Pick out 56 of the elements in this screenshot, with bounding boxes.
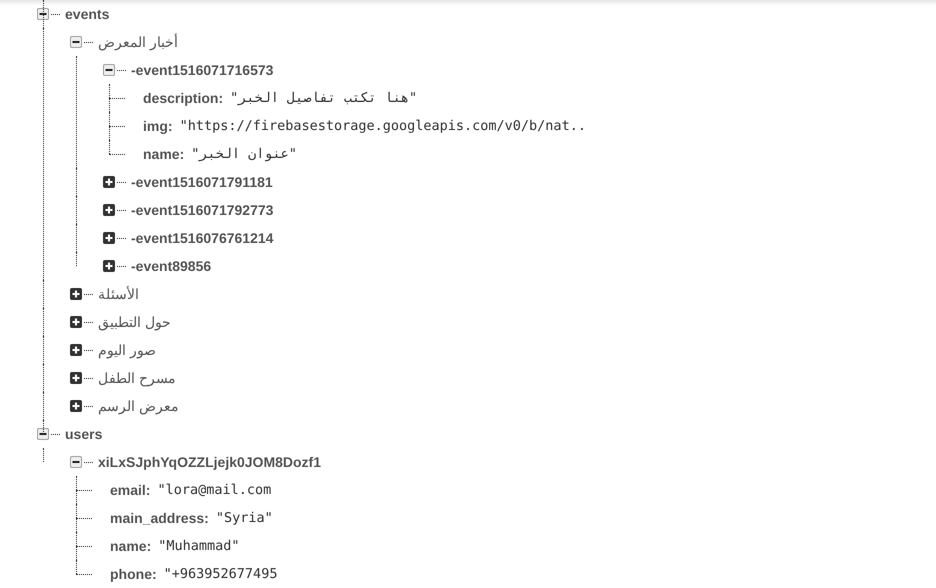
field-value: "+963952677495 <box>164 566 278 582</box>
collapse-toggle[interactable] <box>103 64 115 76</box>
collapse-toggle[interactable] <box>37 8 49 20</box>
plus-icon <box>105 178 113 186</box>
collapse-toggle[interactable] <box>37 428 49 440</box>
field-key: main_address: <box>110 510 209 526</box>
collapse-toggle[interactable] <box>70 456 82 468</box>
field-value: "https://firebasestorage.googleapis.com/v0/b/nat.. <box>180 118 586 134</box>
node-key: أخبار المعرض <box>98 34 178 50</box>
minus-icon <box>105 66 113 74</box>
plus-icon <box>72 318 80 326</box>
plus-icon <box>72 374 80 382</box>
plus-icon <box>72 346 80 354</box>
plus-icon <box>72 290 80 298</box>
field-value: "Syria" <box>216 510 273 526</box>
minus-icon <box>39 10 47 18</box>
field-value: "عنوان الخبر" <box>191 146 297 162</box>
node-key: events <box>65 6 110 22</box>
expand-toggle[interactable] <box>103 176 115 188</box>
node-key: الأسئلة <box>98 286 139 302</box>
minus-icon <box>72 38 80 46</box>
field-key: phone: <box>110 566 157 582</box>
plus-icon <box>72 402 80 410</box>
expand-toggle[interactable] <box>70 400 82 412</box>
field-value: "lora@mail.com <box>157 482 272 498</box>
node-key: users <box>65 426 102 442</box>
expand-toggle[interactable] <box>103 260 115 272</box>
expand-toggle[interactable] <box>70 288 82 300</box>
minus-icon <box>72 458 80 466</box>
field-key: email: <box>110 482 150 498</box>
minus-icon <box>39 430 47 438</box>
expand-toggle[interactable] <box>103 232 115 244</box>
node-key: صور اليوم <box>98 342 156 358</box>
field-key: img: <box>143 118 173 134</box>
plus-icon <box>105 262 113 270</box>
field-value: "هنا تكتب تفاصيل الخبر" <box>230 90 418 106</box>
expand-toggle[interactable] <box>103 204 115 216</box>
field-key: name: <box>110 538 152 554</box>
collapse-toggle[interactable] <box>70 36 82 48</box>
expand-toggle[interactable] <box>70 316 82 328</box>
field-value: "Muhammad" <box>158 538 240 554</box>
node-key: -event89856 <box>131 258 212 274</box>
node-key: -event1516076761214 <box>131 230 274 246</box>
field-key: name: <box>143 146 184 162</box>
expand-toggle[interactable] <box>70 372 82 384</box>
node-key: حول التطبيق <box>98 314 171 330</box>
node-key: xiLxSJphYqOZZLjejk0JOM8Dozf1 <box>98 454 322 470</box>
plus-icon <box>105 234 113 242</box>
node-key: -event1516071791181 <box>131 174 273 190</box>
expand-toggle[interactable] <box>70 344 82 356</box>
node-key: -event1516071716573 <box>131 62 274 78</box>
node-key: مسرح الطفل <box>98 370 176 386</box>
node-key: معرض الرسم <box>98 398 179 414</box>
field-key: description: <box>143 90 224 106</box>
plus-icon <box>105 206 113 214</box>
node-key: -event1516071792773 <box>131 202 274 218</box>
